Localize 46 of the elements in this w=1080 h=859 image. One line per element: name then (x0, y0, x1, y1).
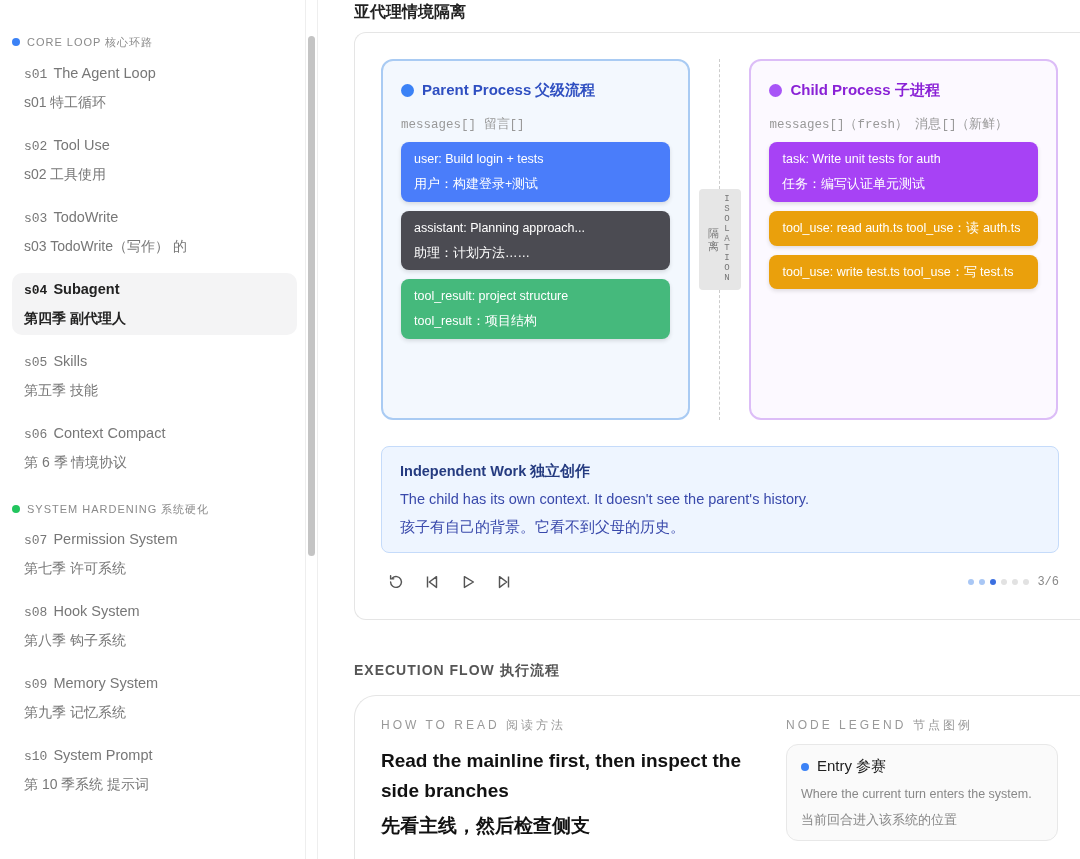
sidebar-item[interactable]: s07 Permission System 第七季 许可系统 (12, 523, 297, 585)
sidebar-item[interactable]: s01 The Agent Loop s01 特工循环 (12, 56, 297, 119)
message-card: tool_use: write test.ts tool_use：写 test.ts (769, 254, 1038, 290)
sidebar-item[interactable]: s06 Context Compact 第 6 季 情境协议 (12, 416, 297, 479)
step-counter: 3/6 (1037, 574, 1059, 592)
step-dot[interactable] (979, 579, 986, 586)
panel-caption: messages[]（fresh） 消息[]（新鲜） (769, 116, 1010, 134)
step-dot[interactable] (1023, 579, 1030, 586)
step-dot[interactable] (990, 579, 997, 586)
legend-title: Entry 参赛 (817, 756, 887, 777)
message-text: user: Build login + tests (414, 151, 545, 169)
how-to-read-label: HOW TO READ 阅读方法 (381, 717, 567, 735)
instruction-text: 先看主线，然后检查侧支 (381, 814, 591, 839)
scrollbar-thumb[interactable] (308, 36, 315, 556)
legend-text: 当前回合进入该系统的位置 (801, 811, 958, 829)
sidebar-item[interactable]: s09 Memory System 第九季 记忆系统 (12, 667, 297, 729)
note-text: The child has its own context. It doesn't see the parent's history. (400, 489, 811, 509)
sidebar-item[interactable]: s10 System Prompt 第 10 季系统 提示词 (12, 739, 297, 801)
section-heading: EXECUTION FLOW 执行流程 (354, 661, 561, 681)
panel-caption: messages[] 留言[] (401, 116, 526, 134)
sidebar-item[interactable]: s02 Tool Use s02 工具使用 (12, 128, 297, 191)
sidebar-item[interactable]: s05 Skills 第五季 技能 (12, 344, 297, 407)
message-text: tool_result：项目结构 (414, 313, 538, 330)
legend-text: Where the current turn enters the system. (801, 785, 1033, 803)
step-dot[interactable] (1012, 579, 1019, 586)
panel-title: Parent Process 父级流程 (422, 80, 596, 100)
message-text: 任务：编写认证单元测试 (782, 176, 927, 193)
message-text: assistant: Planning approach... (414, 219, 586, 237)
sidebar-item[interactable]: s03 TodoWrite s03 TodoWrite（写作） 的 (12, 200, 297, 263)
message-card: tool_use: read auth.ts tool_use：读 auth.ts (769, 210, 1038, 246)
step-dot[interactable] (1001, 579, 1008, 586)
note-text: 孩子有自己的背景。它看不到父母的历史。 (400, 517, 686, 537)
message-text: 用户：构建登录+测试 (414, 176, 540, 193)
note-title: Independent Work 独立创作 (400, 462, 592, 481)
section-title: CORE LOOP 核心环路 (27, 35, 154, 50)
sidebar-item[interactable]: s04 Subagent 第四季 副代理人 (12, 272, 297, 335)
page-title: 亚代理情境隔离 (354, 2, 467, 22)
message-text: tool_result: project structure (414, 288, 570, 306)
legend-label: NODE LEGEND 节点图例 (786, 717, 974, 735)
sidebar-item[interactable]: s08 Hook System 第八季 钩子系统 (12, 595, 297, 657)
message-text: 助理：计划方法…… (414, 244, 531, 262)
instruction-text: Read the mainline first, then inspect the side branches (381, 749, 742, 804)
step-dot[interactable] (968, 579, 975, 586)
section-title: SYSTEM HARDENING 系统硬化 (27, 501, 210, 517)
message-text: task: Write unit tests for auth (782, 151, 942, 169)
panel-title: Child Process 子进程 (790, 80, 940, 100)
